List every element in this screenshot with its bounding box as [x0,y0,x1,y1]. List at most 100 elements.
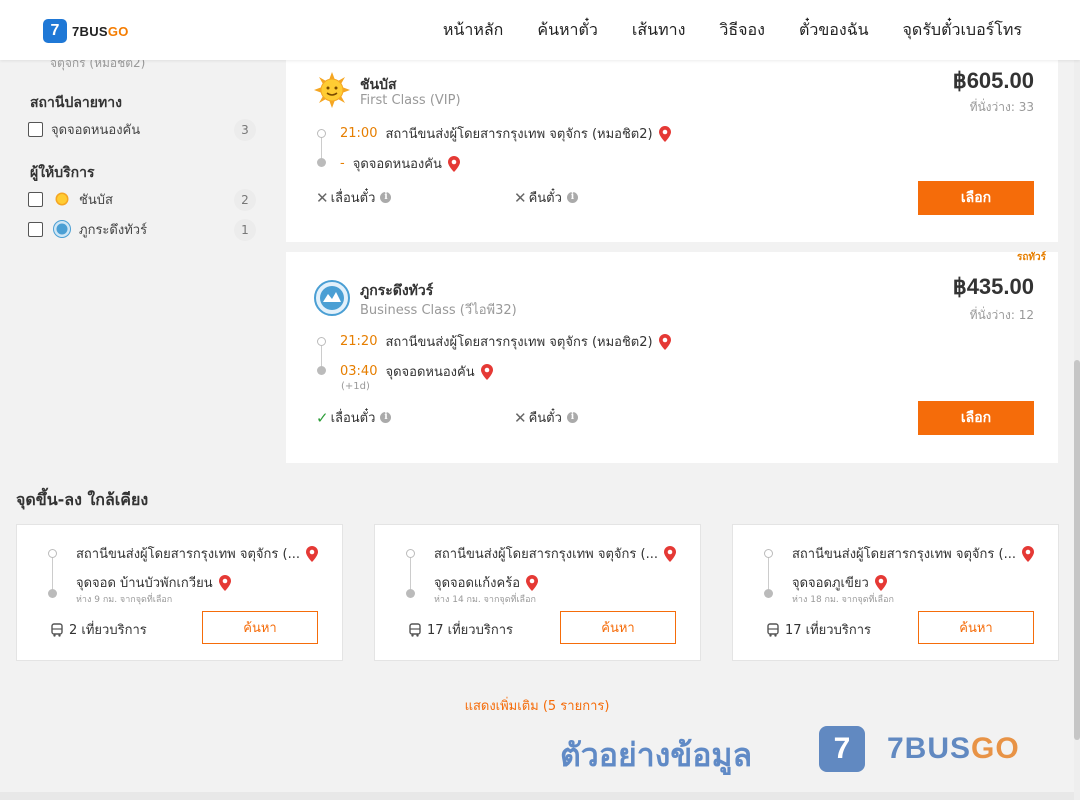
nearby-distance: ห่าง 14 กม. จากจุดที่เลือก [434,595,536,605]
cross-icon: ✕ [514,188,527,207]
operator-filter-item[interactable]: ชันบัส 2 [28,187,256,211]
ticket-price: ฿605.00 [952,68,1034,93]
nearby-card: สถานีขนส่งผู้โดยสารกรุงเทพ จตุจักร (... … [16,524,343,661]
refund-label: คืนตั๋ว [528,191,562,206]
check-icon: ✓ [316,408,329,427]
arrival-stop: 03:40 จุดจอดหนองคัน [340,361,493,382]
nearby-from: สถานีขนส่งผู้โดยสารกรุงเทพ จตุจักร (... [792,543,1034,564]
destination-filter-item[interactable]: จุดจอดหนองคัน 3 [28,117,256,141]
seats-available: ที่นั่งว่าง: 12 [969,308,1034,322]
departure-station: สถานีขนส่งผู้โดยสารกรุงเทพ จตุจักร (หมอช… [385,335,653,350]
bus-result-card: ชันบัส First Class (VIP) ฿605.00 ที่นั่ง… [286,60,1058,242]
map-pin-icon[interactable] [218,574,231,591]
arrival-time: - [340,156,345,171]
nearby-trips: 2 เที่ยวบริการ [50,619,147,640]
reschedule-label: เลื่อนตั๋ว [330,191,376,206]
arrival-station: จุดจอดหนองคัน [385,365,475,380]
nearby-search-button[interactable]: ค้นหา [202,611,318,644]
promo-badge: รถทัวร์ [1016,252,1046,263]
map-pin-icon[interactable] [658,125,671,142]
arrival-dot [764,589,773,598]
operator-logo-icon [314,280,350,316]
nearby-from: สถานีขนส่งผู้โดยสารกรุงเทพ จตุจักร (... [434,543,676,564]
bus-class: Business Class (วีไอพี32) [360,303,517,318]
sun-logo-icon [314,72,350,108]
select-button[interactable]: เลือก [918,181,1034,215]
site-logo[interactable]: 7 7BUSGO [43,19,129,43]
nav-routes[interactable]: เส้นทาง [632,18,686,43]
nearby-trips: 17 เที่ยวบริการ [408,619,513,640]
refund-feature: ✕ คืนตั๋ว i [514,407,578,428]
route-line [768,557,769,593]
route-line [410,557,411,593]
nearby-card: สถานีขนส่งผู้โดยสารกรุงเทพ จตุจักร (... … [374,524,701,661]
filter-count: 2 [234,189,256,211]
nearby-distance: ห่าง 18 กม. จากจุดที่เลือก [792,595,894,605]
arrival-dot [317,366,326,375]
bus-result-card: รถทัวร์ ภูกระดึงทัวร์ Business Class (วี… [286,252,1058,463]
info-icon[interactable]: i [380,192,392,203]
bus-icon [767,622,779,637]
departure-dot [317,129,326,138]
refund-label: คืนตั๋ว [528,411,562,426]
map-pin-icon[interactable] [874,574,887,591]
arrival-dot [406,589,415,598]
map-pin-icon[interactable] [663,545,676,562]
filter-count: 1 [234,219,256,241]
nearby-section-title: จุดขึ้น-ลง ใกล้เคียง [16,490,149,509]
sun-logo-icon [55,192,69,206]
footer-band [0,792,1080,800]
filter-count: 3 [234,119,256,141]
nearby-trips: 17 เที่ยวบริการ [766,619,871,640]
map-pin-icon[interactable] [1021,545,1034,562]
map-pin-icon[interactable] [480,363,493,380]
info-icon[interactable]: i [566,412,578,423]
nearby-search-button[interactable]: ค้นหา [918,611,1034,644]
arrival-dot [48,589,57,598]
nearby-distance: ห่าง 9 กม. จากจุดที่เลือก [76,595,173,605]
departure-time: 21:00 [340,126,378,141]
nearby-search-button[interactable]: ค้นหา [560,611,676,644]
operator-filter-item[interactable]: ภูกระดึงทัวร์ 1 [28,217,256,241]
nearby-to: จุดจอดภูเขียว [792,572,887,593]
scrollbar-thumb[interactable] [1074,360,1080,740]
arrival-time: 03:40 [340,364,378,379]
nav-my-tickets[interactable]: ตั๋วของฉัน [799,18,869,43]
cross-icon: ✕ [316,188,329,207]
filter-label: ชันบัส [79,192,113,208]
bus-icon [409,622,421,637]
nearby-to: จุดจอดแก้งคร้อ [434,572,539,593]
nearby-from: สถานีขนส่งผู้โดยสารกรุงเทพ จตุจักร (... [76,543,318,564]
departure-stop: 21:00 สถานีขนส่งผู้โดยสารกรุงเทพ จตุจักร… [340,123,671,144]
map-pin-icon[interactable] [658,333,671,350]
departure-time: 21:20 [340,334,378,349]
operator-filter-title: ผู้ให้บริการ [30,165,95,181]
logo-badge: 7 [43,19,67,43]
departure-dot [48,549,57,558]
info-icon[interactable]: i [566,192,578,203]
departure-dot [317,337,326,346]
nav-search-ticket[interactable]: ค้นหาตั๋ว [537,18,598,43]
map-pin-icon[interactable] [526,574,539,591]
checkbox[interactable] [28,191,43,207]
checkbox[interactable] [28,121,43,137]
ticket-price: ฿435.00 [952,274,1034,299]
reschedule-label: เลื่อนตั๋ว [330,411,376,426]
show-more-link[interactable]: แสดงเพิ่มเติม (5 รายการ) [0,695,1074,716]
info-icon[interactable]: i [380,412,392,423]
cross-icon: ✕ [514,408,527,427]
arrival-station: จุดจอดหนองคัน [352,157,442,172]
checkbox[interactable] [28,221,43,237]
watermark-brand: 7BUSGO [887,732,1020,765]
arrival-dot [317,158,326,167]
nearby-card: สถานีขนส่งผู้โดยสารกรุงเทพ จตุจักร (... … [732,524,1059,661]
nav-how-to-book[interactable]: วิธีจอง [719,18,765,43]
map-pin-icon[interactable] [447,155,460,172]
top-header: 7 7BUSGO หน้าหลัก ค้นหาตั๋ว เส้นทาง วิธี… [0,0,1080,60]
reschedule-feature: ✓ เลื่อนตั๋ว i [316,407,392,428]
nav-home[interactable]: หน้าหลัก [443,18,504,43]
refund-feature: ✕ คืนตั๋ว i [514,187,578,208]
nav-pickup-points[interactable]: จุดรับตั๋วเบอร์โทร [903,18,1022,43]
map-pin-icon[interactable] [305,545,318,562]
select-button[interactable]: เลือก [918,401,1034,435]
